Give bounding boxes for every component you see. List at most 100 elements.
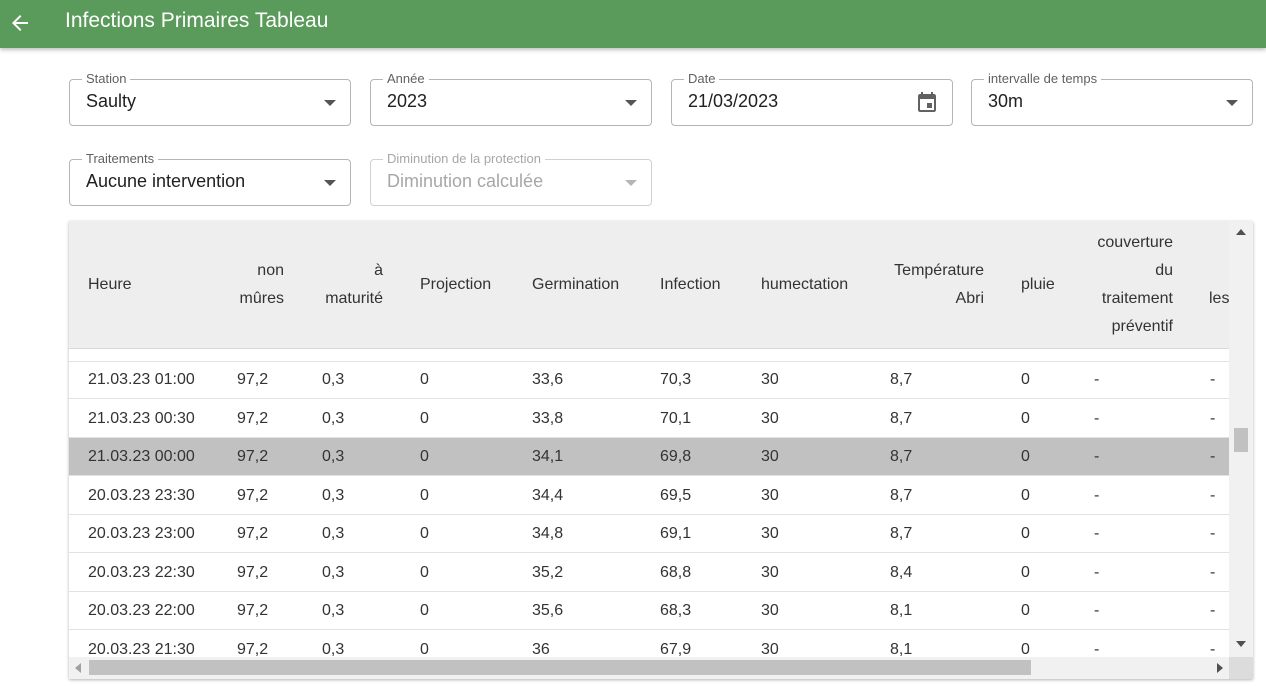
scroll-left-icon[interactable] (75, 663, 81, 673)
cell-temperature: 8,7 (890, 448, 913, 465)
cell-les: - (1210, 563, 1216, 581)
col-temperature[interactable]: Température Abri (881, 221, 984, 348)
col-pluie[interactable]: pluie (1021, 221, 1055, 348)
cell-germination: 33,8 (532, 409, 564, 427)
cell-couverture: - (1094, 409, 1100, 427)
cell-humectation: 30 (761, 371, 779, 388)
scroll-up-icon[interactable] (1236, 229, 1246, 235)
traitements-value: Aucune intervention (86, 171, 246, 191)
cell-pluie: 0 (1021, 602, 1030, 619)
cell-pluie: 0 (1021, 525, 1030, 542)
cell-humectation: 30 (761, 602, 779, 619)
chevron-down-icon (1226, 100, 1238, 106)
col-heure[interactable]: Heure (88, 221, 132, 348)
date-field[interactable]: Date 21/03/2023 (671, 71, 953, 126)
cell-germination: 34,4 (532, 486, 564, 504)
cell-infection: 69,5 (660, 486, 692, 504)
cell-les: - (1210, 448, 1216, 465)
cell-projection: 0 (420, 371, 429, 388)
cell-maturite: 0,3 (322, 371, 345, 388)
scroll-right-icon[interactable] (1217, 663, 1223, 673)
diminution-select: Diminution de la protection Diminution c… (370, 151, 652, 206)
cell-humectation: 30 (761, 525, 779, 542)
table-row[interactable]: 21.03.23 00:30 97,2 0,3 0 33,8 70,1 30 8,7 0 - - (69, 400, 1229, 438)
cell-humectation: 30 (761, 409, 779, 427)
chevron-down-icon (625, 180, 637, 186)
table-row[interactable]: 20.03.23 23:30 97,2 0,3 0 34,4 69,5 30 8,7 0 - - (69, 477, 1229, 515)
station-select[interactable]: Station Saulty (69, 71, 351, 126)
date-value: 21/03/2023 (688, 91, 779, 111)
traitements-select[interactable]: Traitements Aucune intervention (69, 151, 351, 206)
scroll-down-icon[interactable] (1236, 641, 1246, 647)
cell-projection: 0 (420, 563, 429, 581)
chevron-down-icon (324, 100, 336, 106)
cell-germination: 34,8 (532, 525, 564, 542)
cell-temperature: 8,7 (890, 371, 913, 388)
cell-heure: 21.03.23 00:00 (88, 448, 195, 465)
cell-les: - (1210, 409, 1216, 427)
vertical-scroll-thumb[interactable] (1234, 428, 1248, 452)
cell-non-mures: 97,2 (237, 371, 269, 388)
calendar-icon[interactable] (915, 91, 939, 115)
horizontal-scrollbar[interactable] (69, 657, 1229, 679)
intervalle-label: intervalle de temps (984, 71, 1102, 87)
traitements-label: Traitements (82, 151, 159, 167)
cell-projection: 0 (420, 409, 429, 427)
cell-humectation: 30 (761, 486, 779, 504)
cell-temperature: 8,7 (890, 486, 913, 504)
data-table: Heure non mûres à maturité Projection Germ… (69, 221, 1253, 679)
cell-maturite: 0,3 (322, 409, 345, 427)
table-row[interactable]: 21.03.23 00:00 97,2 0,3 0 34,1 69,8 30 8,7 0 - - (69, 438, 1229, 476)
cell-non-mures: 97,2 (237, 448, 269, 465)
cell-maturite: 0,3 (322, 448, 345, 465)
col-projection[interactable]: Projection (420, 221, 491, 348)
arrow-left-icon (12, 15, 28, 31)
col-maturite[interactable]: à maturité (309, 221, 383, 348)
cell-germination: 34,1 (532, 448, 564, 465)
cell-infection: 68,3 (660, 602, 692, 619)
cell-pluie: 0 (1021, 486, 1030, 504)
cell-pluie: 0 (1021, 448, 1030, 465)
cell-projection: 0 (420, 602, 429, 619)
cell-les: - (1210, 602, 1216, 619)
diminution-label: Diminution de la protection (383, 151, 545, 167)
cell-projection: 0 (420, 486, 429, 504)
col-les[interactable]: les (1209, 235, 1229, 362)
cell-maturite: 0,3 (322, 525, 345, 542)
cell-projection: 0 (420, 525, 429, 542)
cell-projection: 0 (420, 448, 429, 465)
cell-couverture: - (1094, 486, 1100, 504)
table-row[interactable]: 20.03.23 23:00 97,2 0,3 0 34,8 69,1 30 8,7 0 - - (69, 515, 1229, 553)
table-row[interactable]: 21.03.23 01:00 97,2 0,3 0 33,6 70,3 30 8,7 0 - - (69, 361, 1229, 399)
cell-infection: 70,1 (660, 409, 692, 427)
col-non-mures[interactable]: non mûres (229, 221, 284, 348)
diminution-value: Diminution calculée (387, 171, 544, 191)
col-humectation[interactable]: humectation (761, 221, 848, 348)
cell-heure: 20.03.23 23:00 (88, 525, 195, 542)
cell-maturite: 0,3 (322, 486, 345, 504)
cell-infection: 69,8 (660, 448, 692, 465)
cell-couverture: - (1094, 448, 1100, 465)
cell-temperature: 8,4 (890, 563, 913, 581)
cell-maturite: 0,3 (322, 602, 345, 619)
annee-select[interactable]: Année 2023 (370, 71, 652, 126)
table-row[interactable]: 20.03.23 22:30 97,2 0,3 0 35,2 68,8 30 8,4 0 - - (69, 554, 1229, 592)
cell-temperature: 8,7 (890, 409, 913, 427)
annee-label: Année (383, 71, 429, 87)
table-header: Heure non mûres à maturité Projection Germ… (69, 221, 1229, 349)
horizontal-scroll-thumb[interactable] (89, 660, 1031, 675)
cell-germination: 33,6 (532, 371, 564, 388)
back-button[interactable] (6, 9, 34, 37)
cell-humectation: 30 (761, 448, 779, 465)
col-couverture[interactable]: couverture du traitement préventif (1079, 221, 1173, 348)
table-row[interactable]: 20.03.23 22:00 97,2 0,3 0 35,6 68,3 30 8,1 0 - - (69, 592, 1229, 630)
vertical-scrollbar[interactable] (1229, 221, 1253, 659)
station-value: Saulty (86, 91, 137, 111)
app-bar: Infections Primaires Tableau (0, 0, 1266, 48)
cell-maturite: 0,3 (322, 563, 345, 581)
cell-pluie: 0 (1021, 563, 1030, 581)
cell-temperature: 8,1 (890, 602, 913, 619)
col-germination[interactable]: Germination (532, 221, 619, 348)
col-infection[interactable]: Infection (660, 221, 720, 348)
intervalle-select[interactable]: intervalle de temps 30m (971, 71, 1253, 126)
